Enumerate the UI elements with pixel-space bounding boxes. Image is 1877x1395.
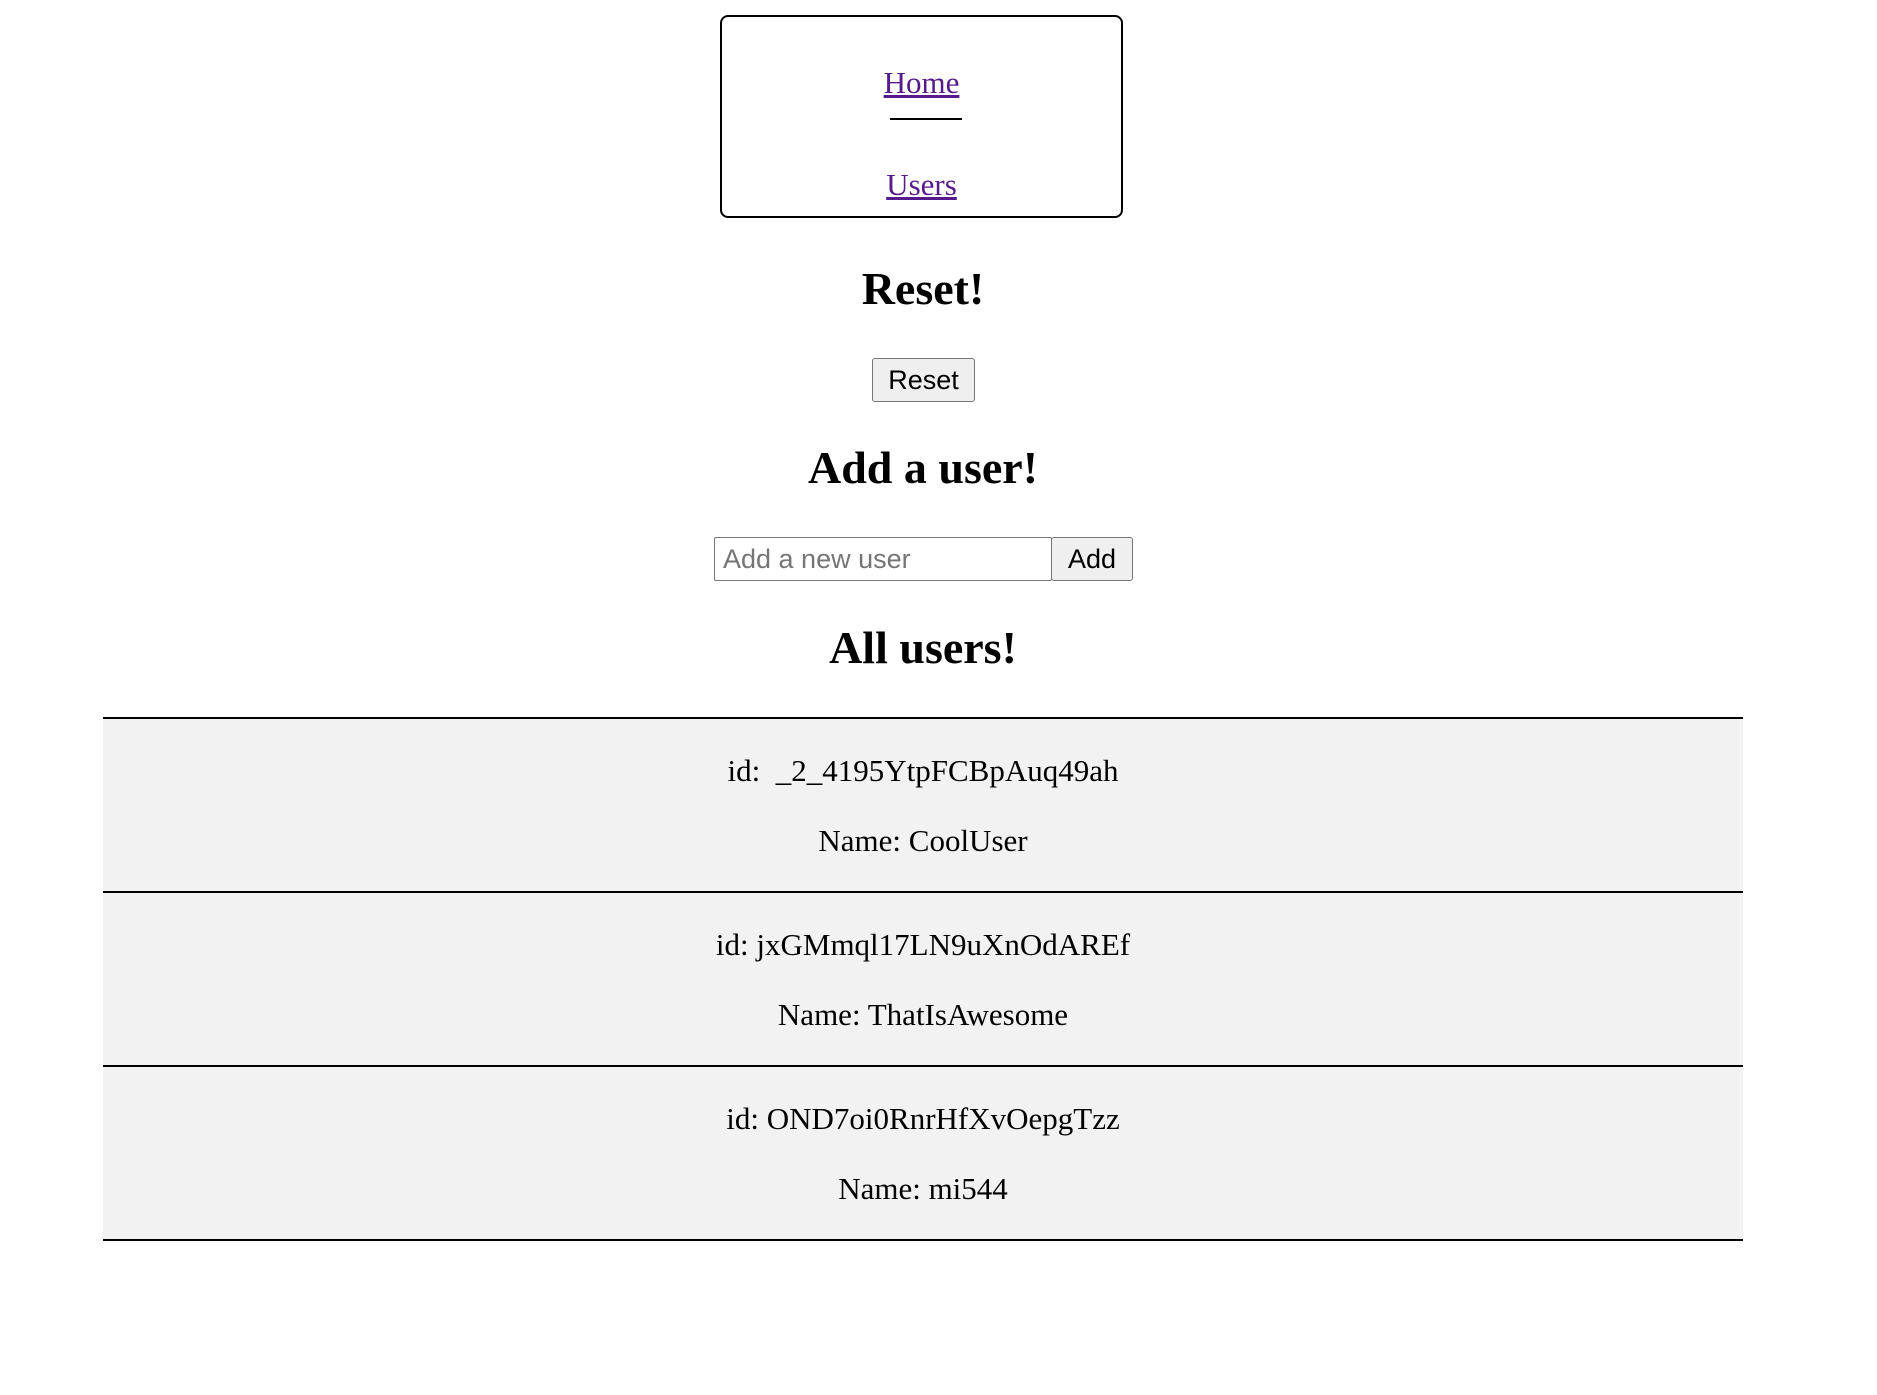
user-list-item: id: jxGMmql17LN9uXnOdAREf Name: ThatIsAw…: [103, 891, 1743, 1065]
user-list-item: id: OND7oi0RnrHfXvOepgTzz Name: mi544: [103, 1065, 1743, 1241]
add-user-heading: Add a user!: [807, 442, 1039, 493]
nav-divider: [890, 118, 962, 120]
reset-button[interactable]: Reset: [872, 358, 975, 402]
user-list-item: id: _2_4195YtpFCBpAuq49ah Name: CoolUser: [103, 717, 1743, 891]
nav-link-users[interactable]: Users: [722, 167, 1121, 203]
nav-box: Home Users: [720, 15, 1123, 218]
user-name: Name: ThatIsAwesome: [777, 997, 1069, 1032]
user-name: Name: CoolUser: [818, 823, 1028, 858]
reset-heading: Reset!: [861, 263, 985, 314]
user-name: Name: mi544: [838, 1171, 1008, 1206]
new-user-input[interactable]: [714, 537, 1052, 581]
user-id: id: _2_4195YtpFCBpAuq49ah: [727, 753, 1119, 788]
user-id: id: jxGMmql17LN9uXnOdAREf: [715, 927, 1131, 962]
add-user-button[interactable]: Add: [1051, 537, 1133, 581]
all-users-heading: All users!: [829, 622, 1017, 673]
user-id: id: OND7oi0RnrHfXvOepgTzz: [726, 1101, 1120, 1136]
user-list: id: _2_4195YtpFCBpAuq49ah Name: CoolUser…: [103, 717, 1743, 1241]
nav-link-home[interactable]: Home: [722, 65, 1121, 101]
